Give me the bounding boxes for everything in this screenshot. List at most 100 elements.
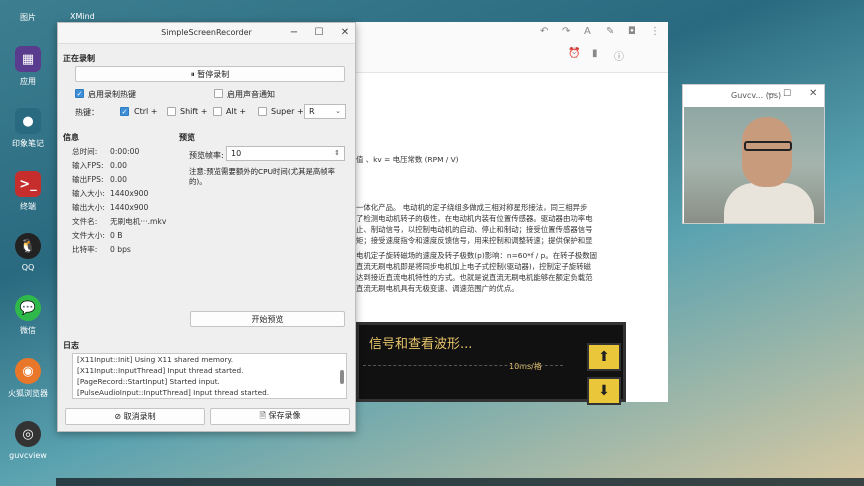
recording-section-title: 正在录制 bbox=[63, 54, 95, 63]
ssr-window: SimpleScreenRecorder − ☐ ✕ 正在录制 ⏸ 暂停录制 ✓… bbox=[57, 22, 356, 432]
undo-icon[interactable]: ↶ bbox=[540, 26, 548, 37]
desktop-dock: 图片 ▦ 应用 ● 印象笔记 >_ 终端 🐧 QQ 💬 微信 ◉ 火狐浏览器 ◎… bbox=[0, 0, 56, 486]
log-textbox[interactable]: [X11Input::Init] Using X11 shared memory… bbox=[72, 353, 347, 399]
figure-grid bbox=[363, 365, 563, 400]
doc-line: 矩；接受速度指令和速度反馈信号，用来控制和调整转速；提供保护和显 bbox=[356, 236, 593, 245]
ctrl-label: Ctrl + bbox=[134, 107, 158, 116]
save-recording-button[interactable]: 🗎 保存录像 bbox=[210, 408, 350, 425]
info-row-input-size: 输入大小: 1440x900 bbox=[72, 189, 149, 198]
camera-video-feed bbox=[684, 107, 824, 223]
dock-item-photos[interactable]: 图片 bbox=[0, 0, 56, 23]
hotkey-key-select[interactable]: R ⌄ bbox=[304, 104, 346, 119]
doc-line: 值 、kv = 电压常数 (RPM / V) bbox=[356, 155, 459, 164]
minimize-icon[interactable]: − bbox=[287, 26, 301, 40]
info-row-file-size: 文件大小: 0 B bbox=[72, 231, 123, 240]
dock-item-wechat[interactable]: 💬 微信 bbox=[0, 295, 56, 336]
pause-recording-button[interactable]: ⏸ 暂停录制 bbox=[75, 66, 345, 82]
enable-sound-label: 启用声音通知 bbox=[227, 90, 275, 99]
info-section-title: 信息 bbox=[63, 133, 79, 142]
log-scrollbar[interactable] bbox=[340, 370, 344, 384]
info-icon[interactable]: ⓘ bbox=[614, 48, 624, 63]
preview-rate-value: 10 bbox=[231, 149, 242, 158]
dock-item-evernote[interactable]: ● 印象笔记 bbox=[0, 108, 56, 149]
doc-line: 一体化产品。 电动机的定子绕组多做成三相对称星形接法，同三相异步 bbox=[356, 203, 588, 212]
apps-icon: ▦ bbox=[15, 46, 41, 72]
document-window: ↶ ↷ A ✎ ◘ ⋮ ⏰ ▮ ⓘ 值 、kv = 电压常数 (RPM / V)… bbox=[356, 22, 668, 405]
more-icon[interactable]: ⋮ bbox=[650, 26, 660, 37]
dock-item-firefox[interactable]: ◉ 火狐浏览器 bbox=[0, 358, 56, 399]
cancel-recording-button[interactable]: ⊘ 取消录制 bbox=[65, 408, 205, 425]
log-section-title: 日志 bbox=[63, 341, 79, 350]
super-label: Super + bbox=[271, 107, 304, 116]
ctrl-checkbox[interactable]: ✓ bbox=[120, 107, 129, 116]
ssr-titlebar: SimpleScreenRecorder − ☐ ✕ bbox=[58, 23, 355, 44]
preview-note: 注意:预览需要额外的CPU时间(尤其是高帧率的)。 bbox=[189, 167, 336, 186]
preview-rate-spinbox[interactable]: 10 ⇕ bbox=[226, 146, 345, 161]
attach-icon[interactable]: ✎ bbox=[606, 26, 614, 37]
firefox-icon: ◉ bbox=[15, 358, 41, 384]
shift-label: Shift + bbox=[180, 107, 208, 116]
log-line: [PulseAudioInput::InputThread] Input thr… bbox=[77, 388, 270, 397]
dock-label-evernote: 印象笔记 bbox=[12, 139, 44, 148]
enable-hotkey-checkbox[interactable]: ✓ bbox=[75, 89, 84, 98]
log-line: [PageRecord::StartInput] Started input. bbox=[77, 377, 220, 386]
info-row-input-fps: 输入FPS: 0.00 bbox=[72, 161, 127, 170]
dock-label-firefox: 火狐浏览器 bbox=[8, 389, 48, 398]
ssr-window-title: SimpleScreenRecorder bbox=[161, 28, 252, 37]
dock-item-terminal[interactable]: >_ 终端 bbox=[0, 171, 56, 212]
info-row-output-size: 输出大小: 1440x900 bbox=[72, 203, 149, 212]
webcam-icon: ◎ bbox=[15, 421, 41, 447]
close-icon[interactable]: ✕ bbox=[338, 26, 352, 40]
dock-item-qq[interactable]: 🐧 QQ bbox=[0, 233, 56, 272]
video-person-face bbox=[742, 117, 792, 187]
arrow-down-icon: ⬇ bbox=[587, 377, 621, 405]
preview-rate-label: 预览帧率: bbox=[189, 151, 224, 160]
video-person-glasses bbox=[744, 141, 792, 151]
dock-label-qq: QQ bbox=[21, 263, 35, 272]
dock-item-apps[interactable]: ▦ 应用 bbox=[0, 46, 56, 87]
alt-label: Alt + bbox=[226, 107, 247, 116]
info-row-file-name: 文件名: 无刷电机···.mkv bbox=[72, 217, 167, 226]
camera-titlebar: Guvcv... (ps) − ☐ ✕ bbox=[683, 85, 824, 107]
alt-checkbox[interactable] bbox=[213, 107, 222, 116]
format-icon[interactable]: A bbox=[584, 26, 591, 37]
hotkey-label: 热键： bbox=[75, 108, 99, 117]
evernote-icon: ● bbox=[15, 108, 41, 134]
lock-icon[interactable]: ▮ bbox=[592, 48, 598, 59]
spin-arrows-icon[interactable]: ⇕ bbox=[334, 147, 340, 160]
close-icon[interactable]: ✕ bbox=[809, 88, 817, 99]
start-preview-button[interactable]: 开始预览 bbox=[190, 311, 345, 327]
figure-title: 信号和查看波形... bbox=[369, 337, 473, 352]
alarm-icon[interactable]: ⏰ bbox=[568, 48, 580, 59]
preview-section-title: 预览 bbox=[179, 133, 195, 142]
minimize-icon[interactable]: − bbox=[767, 89, 775, 100]
shift-checkbox[interactable] bbox=[167, 107, 176, 116]
dock-item-guvcview[interactable]: ◎ guvcview bbox=[0, 421, 56, 460]
redo-icon[interactable]: ↷ bbox=[562, 26, 570, 37]
dock-label-wechat: 微信 bbox=[20, 326, 36, 335]
arrow-up-icon: ⬆ bbox=[587, 343, 621, 371]
dock-label-photos: 图片 bbox=[20, 13, 36, 22]
super-checkbox[interactable] bbox=[258, 107, 267, 116]
log-line: [X11Input::Init] Using X11 shared memory… bbox=[77, 355, 234, 364]
wechat-icon: 💬 bbox=[15, 295, 41, 321]
dock-label-terminal: 终端 bbox=[20, 202, 36, 211]
chevron-down-icon: ⌄ bbox=[335, 107, 341, 115]
oscilloscope-figure: 信号和查看波形... 10ms/格 ⬆ ⬇ bbox=[356, 322, 626, 405]
qq-icon: 🐧 bbox=[15, 233, 41, 259]
terminal-icon: >_ bbox=[15, 171, 41, 197]
doc-line: 达到接近直流电机特性的方式。也就是说直流无刷电机能够在额定负载范 bbox=[356, 273, 593, 282]
taskbar bbox=[56, 478, 864, 486]
doc-line: 直流无刷电机具有无极变速、调速范围广的优点。 bbox=[356, 284, 519, 293]
camera-window: Guvcv... (ps) − ☐ ✕ bbox=[682, 84, 825, 224]
doc-line: 电机定子旋转磁场的速度及转子极数(p)影响：n=60*f / p。在转子极数固 bbox=[356, 251, 598, 260]
dock-label-apps: 应用 bbox=[20, 77, 36, 86]
video-person-shirt bbox=[724, 183, 814, 223]
log-line: [X11Input::InputThread] Input thread sta… bbox=[77, 366, 244, 375]
maximize-icon[interactable]: ☐ bbox=[312, 26, 326, 40]
info-row-bitrate: 比特率: 0 bps bbox=[72, 245, 131, 254]
enable-sound-checkbox[interactable] bbox=[214, 89, 223, 98]
camera-icon[interactable]: ◘ bbox=[628, 26, 636, 37]
maximize-icon[interactable]: ☐ bbox=[783, 89, 791, 99]
desktop-item-xmind[interactable]: XMind bbox=[70, 12, 95, 21]
